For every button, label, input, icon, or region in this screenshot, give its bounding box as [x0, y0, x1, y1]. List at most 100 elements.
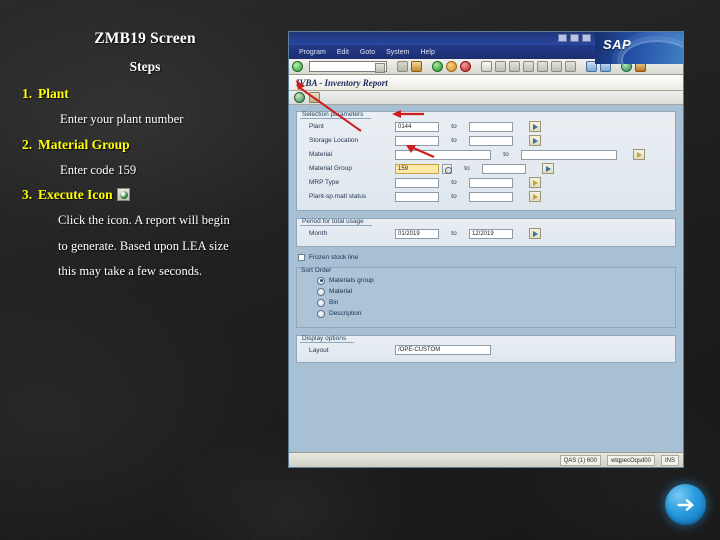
storage-location-multiple-selection-icon[interactable] — [529, 135, 541, 147]
month-label: Month — [309, 230, 328, 238]
material-group-input[interactable]: 159 — [395, 163, 439, 174]
plant-status-multiple-selection-icon[interactable] — [529, 191, 541, 203]
radio-row-materials-group[interactable]: Materials group — [317, 276, 669, 285]
material-multiple-selection-icon[interactable] — [633, 149, 645, 161]
material-group-search-help-icon[interactable] — [442, 163, 452, 174]
step-1-text: Enter your plant number — [60, 112, 184, 126]
radio-bin[interactable] — [317, 298, 325, 307]
plant-multiple-selection-icon[interactable] — [529, 121, 541, 133]
previous-page-icon[interactable] — [537, 61, 548, 72]
step-3-text-line-2: to generate. Based upon LEA size — [58, 239, 229, 253]
back-icon[interactable] — [397, 61, 408, 72]
next-slide-button[interactable] — [665, 484, 706, 525]
material-to-input[interactable] — [521, 149, 617, 160]
month-to-label: to — [451, 230, 457, 238]
mrp-type-multiple-selection-icon[interactable] — [529, 177, 541, 189]
step-1-title: Plant — [38, 86, 69, 101]
close-icon[interactable] — [582, 34, 591, 42]
maximize-icon[interactable] — [570, 34, 579, 42]
sap-title-bar: SAP — [289, 32, 683, 64]
field-row-storage-location: Storage Location to — [303, 135, 669, 147]
step-2-text: Enter code 159 — [60, 163, 137, 177]
sort-order-legend: Sort Order — [301, 266, 332, 274]
layout-label: Layout — [309, 346, 329, 354]
plant-to-label: to — [451, 123, 457, 131]
plant-status-label: Plant-sp.matl status — [309, 193, 367, 201]
save-icon[interactable] — [411, 61, 422, 72]
month-multiple-selection-icon[interactable] — [529, 228, 541, 240]
menu-program[interactable]: Program — [299, 49, 326, 56]
material-group-to-label: to — [464, 165, 470, 173]
period-group: Period for total usage Month 01/2019 to … — [296, 218, 676, 247]
field-row-plant-status: Plant-sp.matl status to — [303, 191, 669, 203]
mrp-type-to-input[interactable] — [469, 177, 513, 188]
radio-row-description[interactable]: Description — [317, 309, 669, 318]
frozen-stock-checkbox-row[interactable]: Frozen stock line — [298, 253, 676, 261]
plant-status-to-label: to — [451, 193, 457, 201]
month-from-input[interactable]: 01/2019 — [395, 228, 439, 239]
command-field[interactable] — [309, 61, 387, 73]
sap-selection-screen: Selection parameters Plant 0144 to Stora… — [289, 105, 683, 467]
first-page-icon[interactable] — [523, 61, 534, 72]
plant-input[interactable]: 0144 — [395, 121, 439, 132]
storage-location-label: Storage Location — [309, 137, 359, 145]
material-group-label: Material Group — [309, 165, 352, 173]
find-icon[interactable] — [495, 61, 506, 72]
period-legend: Period for total usage — [302, 218, 364, 225]
status-server: wtqpecOqsd00 — [606, 454, 655, 466]
field-row-material: Material to — [303, 149, 669, 161]
slide-canvas: ZMB19 Screen Steps 1. Plant Enter your pl… — [0, 0, 720, 540]
window-controls[interactable] — [558, 34, 591, 42]
storage-location-input[interactable] — [395, 135, 439, 146]
menu-system[interactable]: System — [386, 49, 409, 56]
radio-materials-group[interactable] — [317, 276, 325, 285]
sap-logo-text: SAP — [603, 37, 632, 52]
storage-location-to-input[interactable] — [469, 135, 513, 146]
sap-screen-title-bar: IVBA - Inventory Report — [289, 75, 683, 91]
last-page-icon[interactable] — [565, 61, 576, 72]
execute-toolbar-icon[interactable] — [294, 92, 305, 103]
sap-application-toolbar[interactable] — [289, 91, 683, 105]
layout-input[interactable]: /OPE-CUSTOM — [395, 345, 491, 356]
plant-status-to-input[interactable] — [469, 191, 513, 202]
material-group-multiple-selection-icon[interactable] — [542, 163, 554, 175]
get-variant-icon[interactable] — [309, 92, 320, 103]
status-insert-mode[interactable]: INS — [660, 454, 679, 466]
frozen-stock-checkbox[interactable] — [298, 253, 305, 261]
find-next-icon[interactable] — [509, 61, 520, 72]
field-row-material-group: Material Group 159 to — [303, 163, 669, 175]
sap-logo: SAP — [595, 32, 683, 64]
mrp-type-input[interactable] — [395, 177, 439, 188]
radio-material[interactable] — [317, 287, 325, 296]
menu-edit[interactable]: Edit — [337, 49, 349, 56]
sap-status-bar: QAS (1) 600 wtqpecOqsd00 INS — [289, 452, 683, 467]
plant-to-input[interactable] — [469, 121, 513, 132]
plant-status-input[interactable] — [395, 191, 439, 202]
radio-description[interactable] — [317, 309, 325, 318]
plant-label: Plant — [309, 123, 324, 131]
radio-row-bin[interactable]: Bin — [317, 298, 669, 307]
subtitle: Steps — [129, 59, 161, 74]
print-icon[interactable] — [481, 61, 492, 72]
stop-icon[interactable] — [460, 61, 471, 72]
field-row-month: Month 01/2019 to 12/2019 — [303, 228, 669, 240]
exit-icon[interactable] — [432, 61, 443, 72]
step-3-text-line-1: Click the icon. A report will begin — [58, 213, 230, 227]
minimize-icon[interactable] — [558, 34, 567, 42]
display-options-group: Display options Layout /OPE-CUSTOM — [296, 334, 676, 363]
radio-label-material: Material — [329, 288, 353, 295]
mrp-type-label: MRP Type — [309, 179, 340, 187]
radio-row-material[interactable]: Material — [317, 287, 669, 296]
next-page-icon[interactable] — [551, 61, 562, 72]
month-to-input[interactable]: 12/2019 — [469, 228, 513, 239]
menu-help[interactable]: Help — [420, 49, 434, 56]
material-input[interactable] — [395, 149, 491, 160]
cancel-icon[interactable] — [446, 61, 457, 72]
menu-goto[interactable]: Goto — [360, 49, 375, 56]
status-system[interactable]: QAS (1) 600 — [559, 454, 601, 466]
step-3-heading: 3. Execute Icon — [22, 187, 130, 203]
material-group-to-input[interactable] — [482, 163, 526, 174]
instruction-panel: ZMB19 Screen Steps 1. Plant Enter your pl… — [0, 0, 290, 540]
enter-icon[interactable] — [292, 61, 303, 72]
selection-parameters-legend: Selection parameters — [302, 111, 364, 118]
